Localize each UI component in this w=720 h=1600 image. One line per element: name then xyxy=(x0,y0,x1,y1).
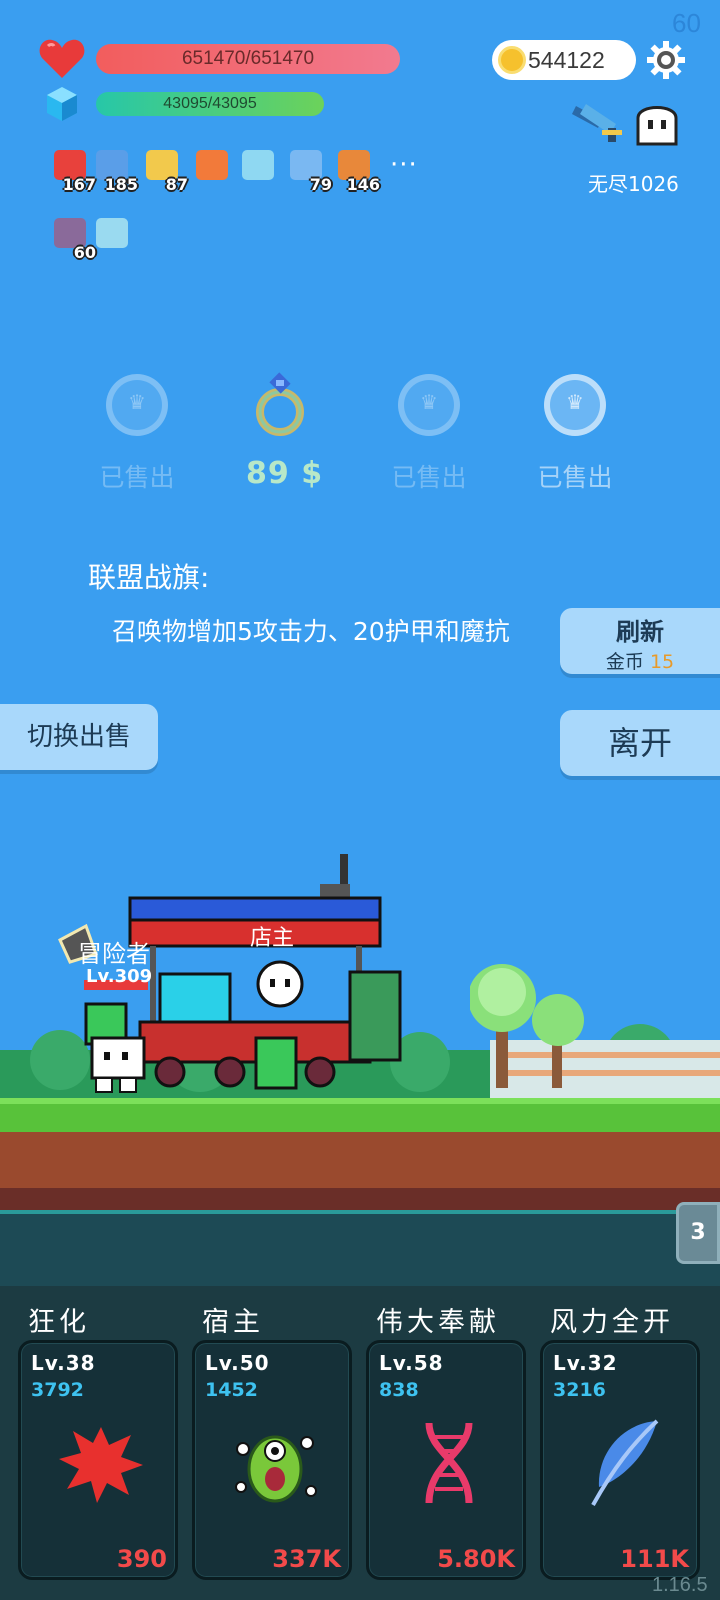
hp-text: 651470/651470 xyxy=(181,48,315,69)
feather-icon xyxy=(591,1419,659,1506)
buff-count: 167 xyxy=(62,175,96,194)
hero-label: 冒险者 xyxy=(78,940,150,968)
watermelon-icon[interactable]: 167 xyxy=(50,146,96,194)
buff-count: 185 xyxy=(104,175,138,194)
hero-level: Lv.309 xyxy=(86,966,153,987)
shop-slot-1[interactable]: 已售出 xyxy=(82,374,192,494)
refresh-button[interactable]: 刷新 金币 15 xyxy=(560,608,720,674)
magnifier-icon[interactable] xyxy=(238,146,278,192)
skill-card-devotion[interactable]: Lv.58 838 5.80K xyxy=(366,1340,526,1580)
skill-card-windforce[interactable]: Lv.32 3216 111K xyxy=(540,1340,700,1580)
ground-dirt xyxy=(0,1132,720,1188)
skill-cost: 337K xyxy=(272,1545,341,1573)
skill-level: Lv.50 xyxy=(205,1351,270,1375)
hp-bar: 651470/651470 xyxy=(96,44,400,74)
skill-level: Lv.58 xyxy=(379,1351,444,1375)
torch-icon[interactable] xyxy=(192,146,232,192)
tree-icon xyxy=(470,964,584,1088)
crown-badge-icon xyxy=(544,374,606,436)
buff-image xyxy=(196,150,228,180)
crown-badge-icon xyxy=(106,374,168,436)
splat-icon xyxy=(59,1427,143,1503)
coin-icon xyxy=(498,46,526,74)
merchant-label: 店主 xyxy=(250,926,295,951)
fps-counter: 60 xyxy=(672,8,701,38)
item-price: 89 $ xyxy=(246,456,324,491)
skill-card-host[interactable]: Lv.50 1452 337K xyxy=(192,1340,352,1580)
buff-count: 79 xyxy=(309,175,332,194)
shop-slot-3[interactable]: 已售出 xyxy=(374,374,484,494)
skill-name: 风力全开 xyxy=(550,1307,674,1338)
crown-icon[interactable]: 87 xyxy=(142,146,188,194)
skill-level: Lv.32 xyxy=(553,1351,618,1375)
gear-icon[interactable] xyxy=(646,40,686,80)
crown-badge-icon xyxy=(398,374,460,436)
skill-name: 狂化 xyxy=(28,1307,90,1338)
shop-slot-4[interactable]: 已售出 xyxy=(520,374,630,494)
gem-icon xyxy=(47,87,77,121)
mp-text: 43095/43095 xyxy=(163,95,257,112)
ghost-icon[interactable] xyxy=(632,98,682,148)
book-icon[interactable]: 146 xyxy=(334,146,380,194)
buff-count: 146 xyxy=(346,175,380,194)
glow-card-icon[interactable] xyxy=(92,214,132,260)
shop-slot-label: 已售出 xyxy=(537,463,613,492)
skill-card-berserk[interactable]: Lv.38 3792 390 xyxy=(18,1340,178,1580)
item-description: 召唤物增加5攻击力、20护甲和魔抗 xyxy=(112,617,510,646)
ring-icon[interactable] xyxy=(250,372,310,440)
skill-cost: 5.80K xyxy=(437,1545,515,1573)
refresh-cost: 金币 15 xyxy=(605,651,675,673)
coin-amount: 544122 xyxy=(528,47,605,73)
skill-name: 伟大奉献 xyxy=(376,1307,500,1338)
skill-cost: 390 xyxy=(116,1545,167,1573)
shop-slot-label: 已售出 xyxy=(99,463,175,492)
buff-row: 167 185 87 79 146 60 xyxy=(50,146,430,262)
merchant-cart xyxy=(128,854,402,1090)
dna-icon xyxy=(425,1422,473,1504)
switch-sell-button[interactable]: 切换出售 xyxy=(0,704,158,770)
ground-deep xyxy=(0,1188,720,1210)
shop-slot-label: 已售出 xyxy=(391,463,467,492)
skill-value: 1452 xyxy=(205,1379,258,1401)
heart-icon xyxy=(39,39,85,78)
germ-icon xyxy=(235,1435,317,1503)
skill-value: 3792 xyxy=(31,1379,84,1401)
leave-button[interactable]: 离开 xyxy=(560,710,720,776)
broken-sword-icon[interactable] xyxy=(572,98,628,150)
more-icon[interactable]: ··· xyxy=(390,150,418,180)
star-card-icon[interactable]: 185 xyxy=(92,146,138,194)
skill-cost: 111K xyxy=(620,1545,689,1573)
water-strip xyxy=(0,1210,720,1290)
wave-badge[interactable]: 3 xyxy=(676,1202,720,1264)
mp-bar: 43095/43095 xyxy=(96,92,324,116)
endless-level: 无尽1026 xyxy=(588,172,679,196)
skill-value: 838 xyxy=(379,1379,419,1401)
buff-image xyxy=(242,150,274,180)
buff-image xyxy=(96,218,128,248)
potion-icon[interactable]: 79 xyxy=(286,146,332,194)
buff-count: 87 xyxy=(165,175,188,194)
version-label: 1.16.5 xyxy=(652,1574,708,1596)
ground-grass xyxy=(0,1098,720,1132)
sword-card-icon[interactable]: 60 xyxy=(50,214,96,262)
item-title: 联盟战旗: xyxy=(88,561,210,594)
skill-value: 3216 xyxy=(553,1379,606,1401)
skill-level: Lv.38 xyxy=(31,1351,96,1375)
refresh-label: 刷新 xyxy=(616,618,664,646)
coin-counter: 544122 xyxy=(492,40,636,80)
skill-name: 宿主 xyxy=(202,1307,264,1338)
